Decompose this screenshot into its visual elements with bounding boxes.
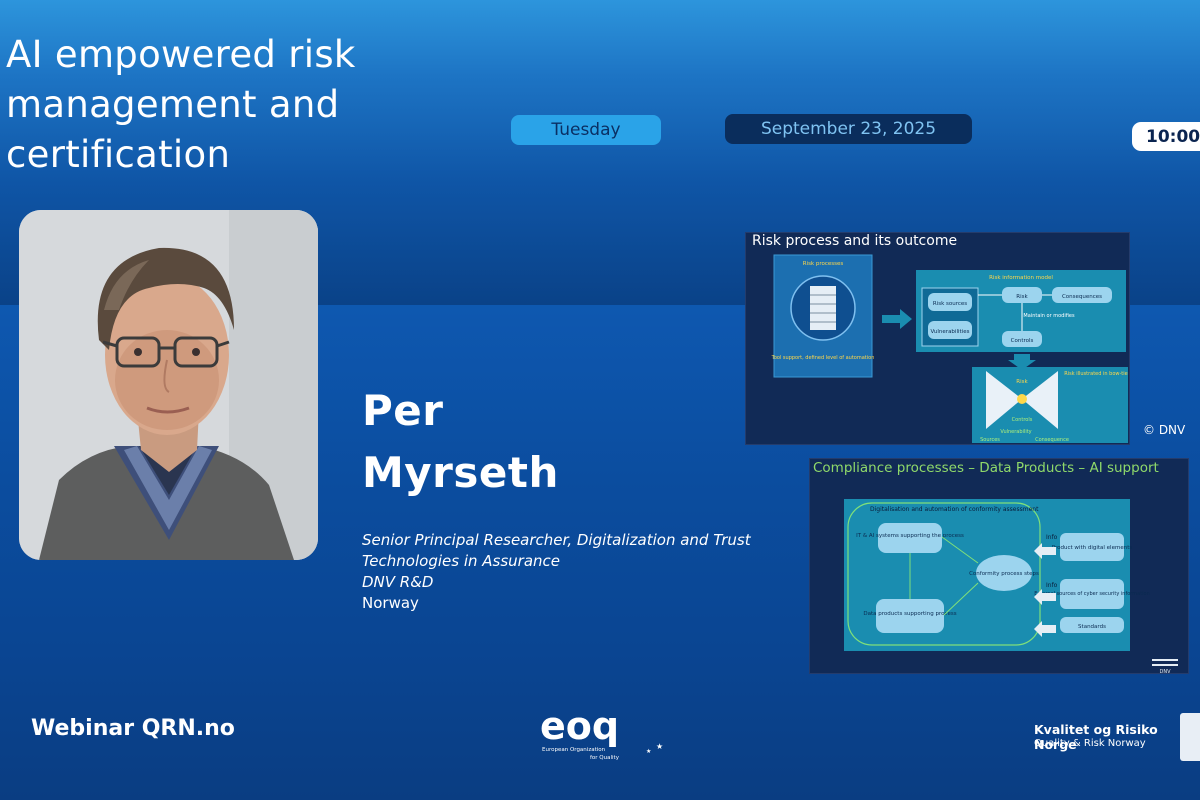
bowtie-risk-label: Risk xyxy=(1016,379,1028,385)
svg-text:★: ★ xyxy=(656,742,663,751)
slide-compliance: Compliance processes – Data Products – A… xyxy=(809,458,1189,675)
krn-logo-icon xyxy=(1180,713,1200,761)
speaker-last-name: Myrseth xyxy=(362,448,559,497)
webinar-label: Webinar QRN.no xyxy=(31,716,235,741)
it-ai-label: IT & AI systems supporting the process xyxy=(856,533,964,539)
eoq-sub2: for Quality xyxy=(590,755,620,761)
risk-label: Risk xyxy=(1016,294,1028,300)
speaker-name: Per Myrseth xyxy=(362,380,559,504)
vulnerabilities-label: Vulnerabilities xyxy=(931,329,970,335)
bowtie-consequence-label: Consequence xyxy=(1035,437,1069,443)
eoq-logo-graphic: eoq ★ ★ European Organization for Qualit… xyxy=(540,704,663,761)
risk-sources-label: Risk sources xyxy=(933,301,967,307)
conformity-label: Conformity process steps xyxy=(969,571,1039,577)
bowtie-title-label: Risk illustrated in bow-tie xyxy=(1064,371,1127,377)
bowtie-vuln-label: Vulnerability xyxy=(1000,429,1031,435)
time-badge: 10:00 xyxy=(1132,122,1200,151)
day-badge: Tuesday xyxy=(511,115,661,145)
dnv-logo-text: DNV xyxy=(1159,669,1171,675)
speaker-photo xyxy=(19,210,318,560)
webinar-title: AI empowered risk management and certifi… xyxy=(6,33,356,176)
speaker-org: DNV R&D xyxy=(362,573,434,591)
speaker-role: Senior Principal Researcher, Digitalizat… xyxy=(362,530,782,593)
product-label: Product with digital elements xyxy=(1052,545,1133,551)
frame-title-label: Digitalisation and automation of conform… xyxy=(870,506,1039,513)
compliance-diagram: Digitalisation and automation of conform… xyxy=(844,499,1178,675)
eoq-logo-text: eoq xyxy=(540,705,619,748)
eoq-sub1: European Organization xyxy=(542,747,606,753)
controls-label: Controls xyxy=(1011,338,1034,344)
speaker-role-line1: Senior Principal Researcher, Digitalizat… xyxy=(362,531,751,549)
speaker-first-name: Per xyxy=(362,386,444,435)
eoq-logo: eoq ★ ★ European Organization for Qualit… xyxy=(538,704,668,765)
svg-text:★: ★ xyxy=(646,748,651,755)
slide-risk-process: Risk process and its outcome Risk proces… xyxy=(745,232,1130,445)
bowtie-controls-label: Controls xyxy=(1012,417,1033,423)
risk-processes-label: Risk processes xyxy=(803,261,844,267)
tool-support-label: Tool support, defined level of automatio… xyxy=(771,355,875,361)
risk-info-model-label: Risk information model xyxy=(989,275,1053,281)
info2-label: Info xyxy=(1046,582,1058,589)
krn-sub: Quality & Risk Norway xyxy=(1034,738,1146,749)
speaker-country: Norway xyxy=(362,594,419,612)
speaker-portrait-illustration xyxy=(19,210,318,560)
risk-process-diagram: Risk processes Tool support, defined lev… xyxy=(771,254,1128,443)
info1-label: Info xyxy=(1046,534,1058,541)
date-badge: September 23, 2025 xyxy=(725,114,972,144)
speaker-role-line2: Technologies in Assurance xyxy=(362,552,561,570)
bowtie-sources-label: Sources xyxy=(980,437,1000,443)
copyright-text: © DNV xyxy=(1143,423,1186,437)
consequences-label: Consequences xyxy=(1062,294,1102,300)
standards-label: Standards xyxy=(1078,624,1106,630)
maintain-label: Maintain or modifies xyxy=(1023,313,1075,319)
data-products-label: Data products supporting process xyxy=(863,611,956,617)
